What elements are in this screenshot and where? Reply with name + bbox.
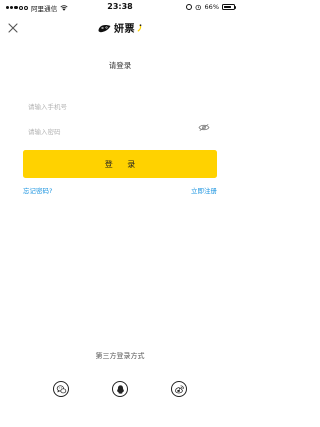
qq-icon xyxy=(116,384,124,394)
weibo-login-button[interactable] xyxy=(171,381,187,397)
password-field xyxy=(24,119,216,141)
nav-bar: 妍票 xyxy=(0,14,240,40)
third-party-login-title: 第三方登录方式 xyxy=(95,352,145,360)
wechat-icon xyxy=(56,384,66,393)
app-logo: 妍票 xyxy=(0,20,240,35)
battery-percent: 66% xyxy=(204,3,219,11)
weibo-icon xyxy=(174,384,184,393)
status-right: 66% xyxy=(186,3,237,11)
qq-login-button[interactable] xyxy=(112,381,128,397)
phone-input[interactable] xyxy=(24,98,216,116)
battery-icon xyxy=(222,4,237,10)
status-bar: 阿里通信 23:38 66% xyxy=(0,0,240,14)
password-input[interactable] xyxy=(24,123,216,141)
forgot-password-link[interactable]: 忘记密码? xyxy=(23,185,52,195)
battery-fill xyxy=(223,5,231,9)
register-link[interactable]: 立即注册 xyxy=(191,185,217,195)
logo-text: 妍票 xyxy=(114,24,135,35)
wechat-login-button[interactable] xyxy=(53,381,69,397)
rotation-lock-icon xyxy=(186,4,193,10)
logo-tail-icon xyxy=(137,23,142,31)
alarm-icon xyxy=(195,4,201,10)
logo-mark-icon xyxy=(98,24,111,32)
eye-hidden-icon[interactable] xyxy=(198,123,210,132)
page-title: 请登录 xyxy=(108,61,132,70)
login-button[interactable]: 登 录 xyxy=(23,150,217,178)
phone-field xyxy=(24,94,216,116)
